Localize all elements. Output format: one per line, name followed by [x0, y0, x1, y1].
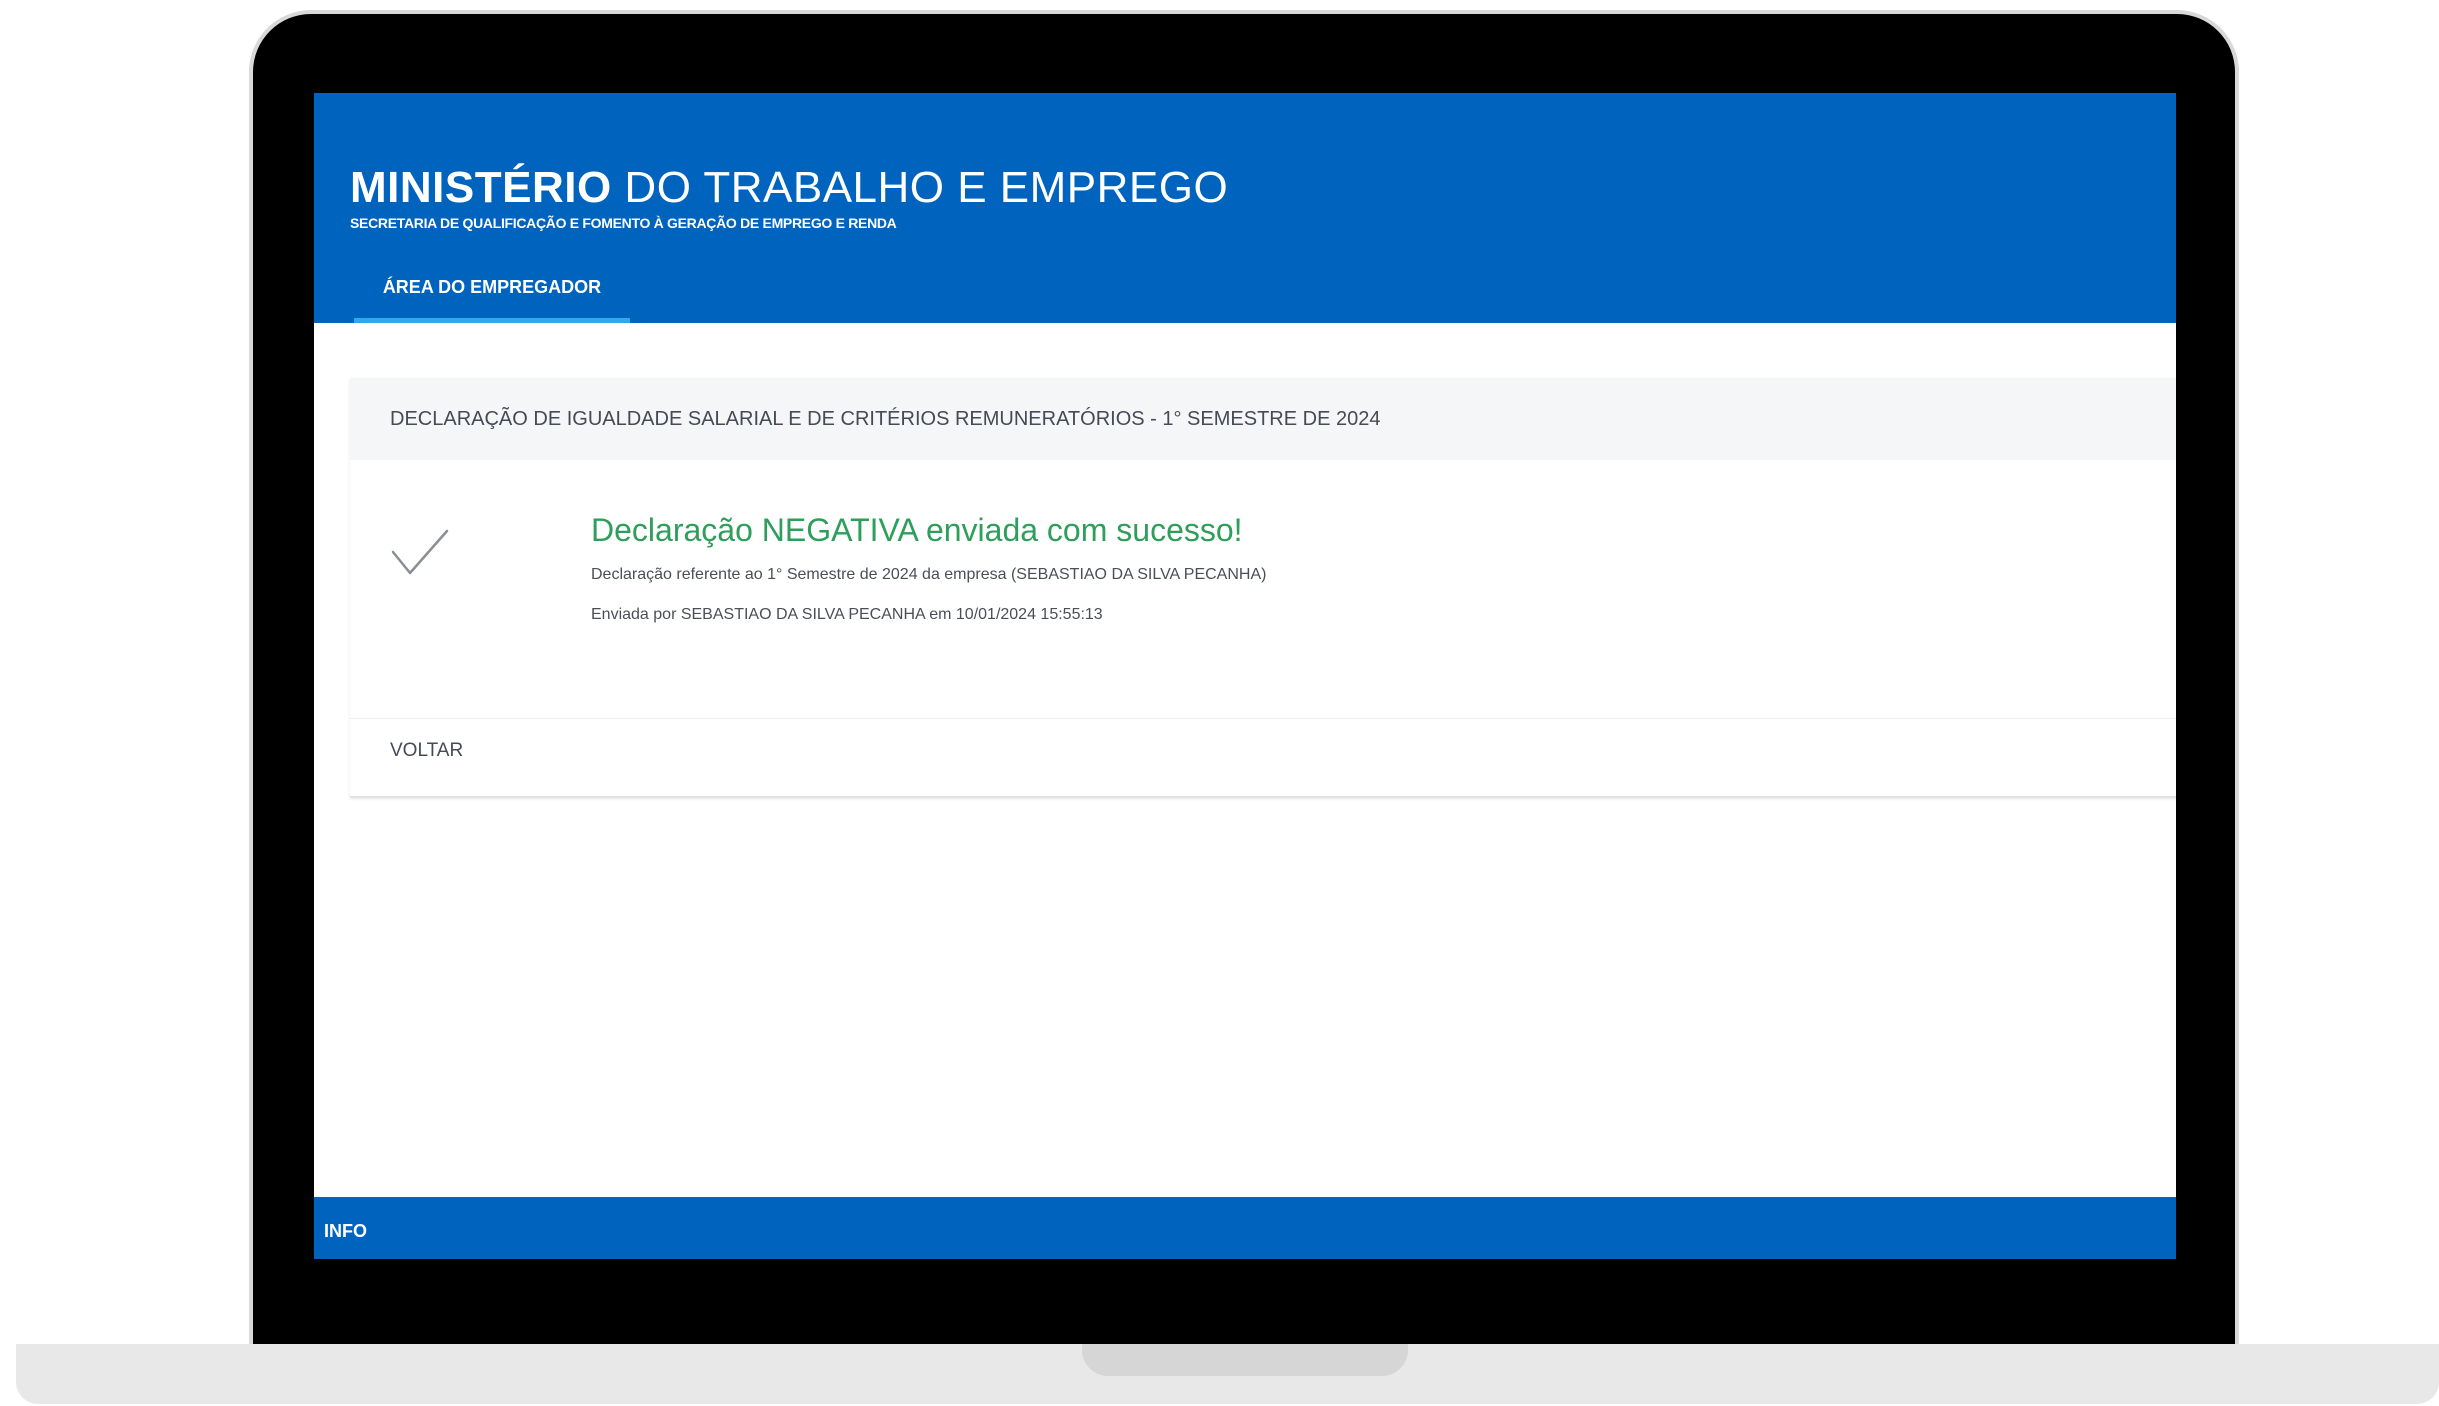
- card-divider: [350, 718, 2176, 719]
- page-subtitle: SECRETARIA DE QUALIFICAÇÃO E FOMENTO À G…: [350, 215, 897, 231]
- success-message: Declaração NEGATIVA enviada com sucesso!: [591, 512, 1243, 548]
- app-screen: MINISTÉRIO DO TRABALHO E EMPREGO SECRETA…: [314, 93, 2176, 1259]
- declaration-reference: Declaração referente ao 1° Semestre de 2…: [591, 566, 1267, 583]
- footer-info-link[interactable]: INFO: [324, 1221, 367, 1242]
- back-button[interactable]: VOLTAR: [390, 740, 463, 762]
- check-icon: [391, 529, 449, 575]
- declaration-sent-info: Enviada por SEBASTIAO DA SILVA PECANHA e…: [591, 606, 1103, 623]
- app-footer: INFO: [314, 1197, 2176, 1259]
- title-strong: MINISTÉRIO: [350, 163, 612, 212]
- card-header-title: DECLARAÇÃO DE IGUALDADE SALARIAL E DE CR…: [390, 408, 1381, 430]
- declaration-card: DECLARAÇÃO DE IGUALDADE SALARIAL E DE CR…: [350, 378, 2176, 798]
- laptop-notch: [1082, 1344, 1408, 1376]
- tab-area-do-empregador[interactable]: ÁREA DO EMPREGADOR: [354, 265, 630, 323]
- page-title: MINISTÉRIO DO TRABALHO E EMPREGO: [350, 163, 1228, 213]
- laptop-mockup: MINISTÉRIO DO TRABALHO E EMPREGO SECRETA…: [0, 0, 2439, 1406]
- card-header: DECLARAÇÃO DE IGUALDADE SALARIAL E DE CR…: [350, 378, 2176, 460]
- app-header: MINISTÉRIO DO TRABALHO E EMPREGO SECRETA…: [314, 93, 2176, 323]
- title-light: DO TRABALHO E EMPREGO: [611, 163, 1229, 212]
